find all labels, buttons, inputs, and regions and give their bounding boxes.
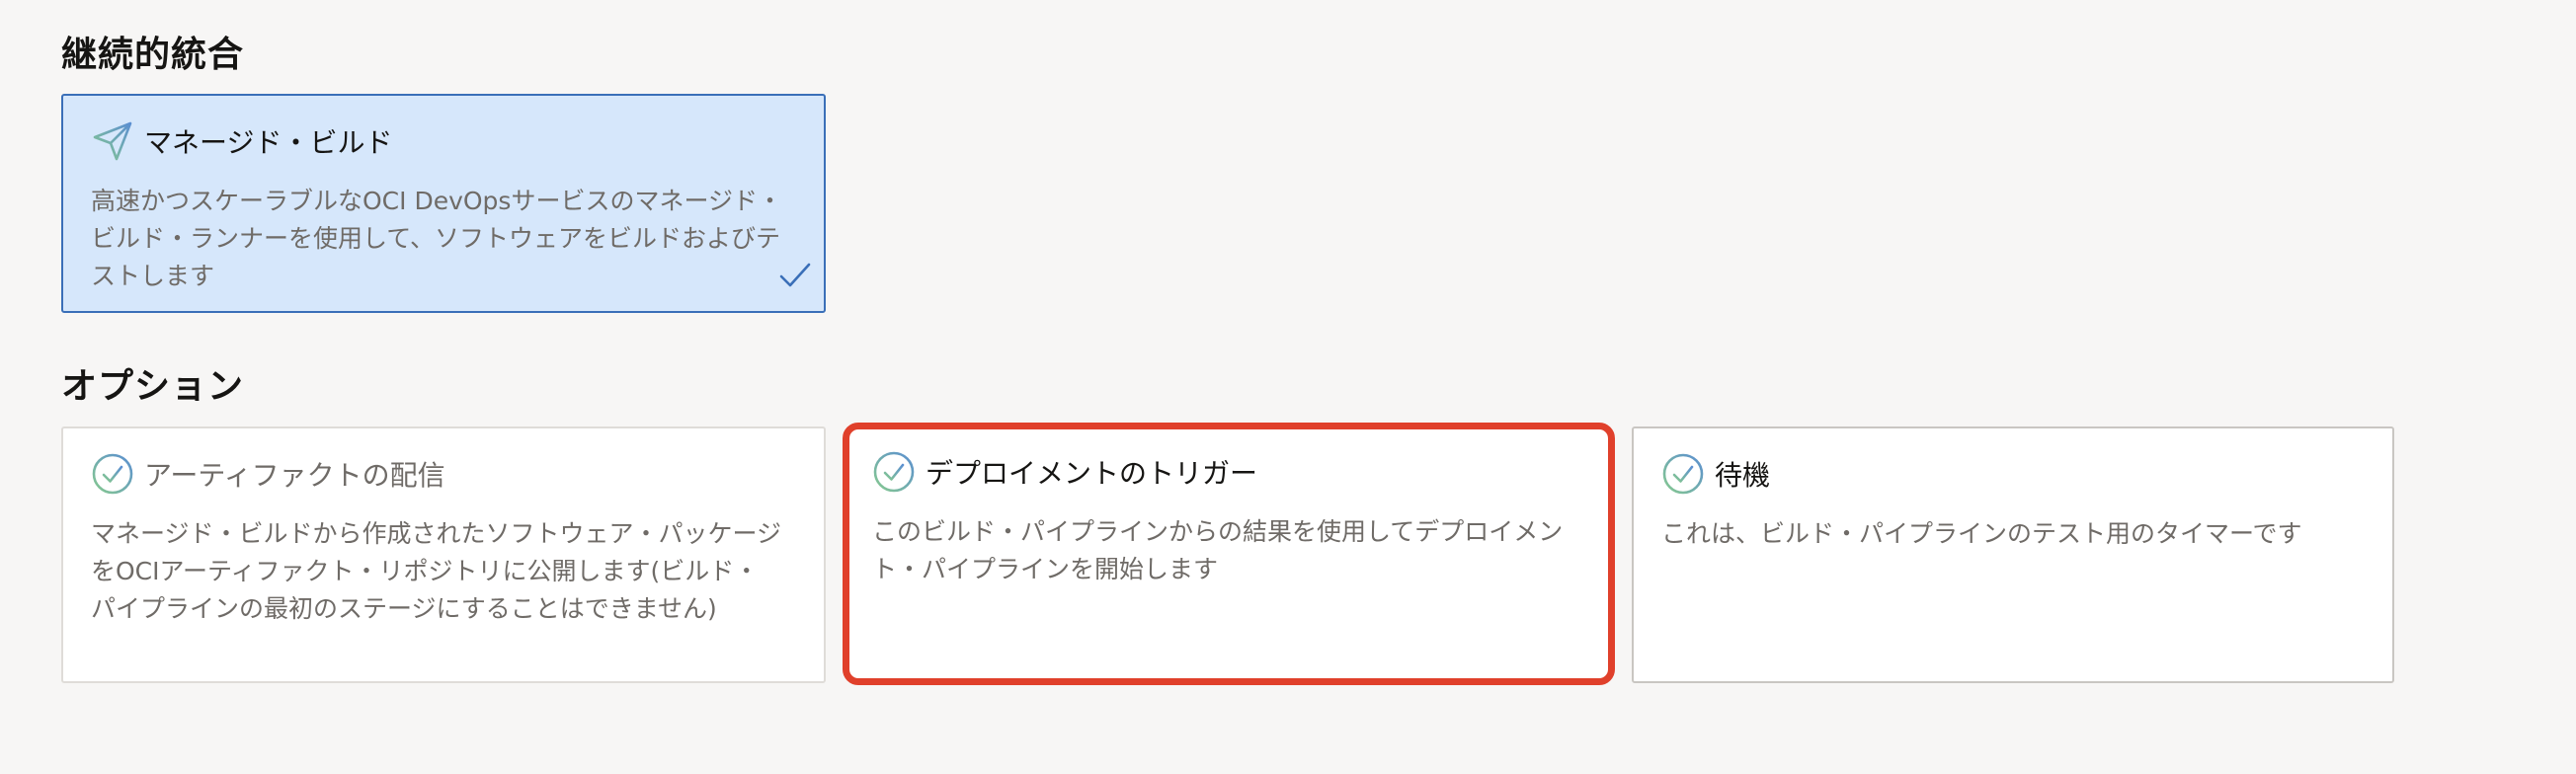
paper-plane-icon [91,119,134,163]
card-description: 高速かつスケーラブルなOCI DevOpsサービスのマネージド・ビルド・ランナー… [91,187,782,290]
card-header: 待機 [1661,452,1770,496]
card-header: マネージド・ビルド [91,119,392,163]
card-header: アーティファクトの配信 [91,452,445,496]
card-title: 待機 [1715,459,1771,492]
selected-check-icon [778,262,812,289]
card-header: デプロイメントのトリガー [872,450,1257,494]
card-title: アーティファクトの配信 [144,459,445,492]
check-circle-icon [1661,452,1705,496]
card-description: これは、ビルド・パイプラインのテスト用のタイマーです [1661,519,2302,548]
managed-build-card[interactable]: マネージド・ビルド 高速かつスケーラブルなOCI DevOpsサービスのマネージ… [61,94,826,313]
card-description: マネージド・ビルドから作成されたソフトウェア・パッケージをOCIアーティファクト… [91,519,782,623]
card-title: デプロイメントのトリガー [926,457,1258,490]
section-title-options: オプション [61,366,245,407]
section-title-continuous-integration: 継続的統合 [61,35,245,75]
wait-card[interactable]: 待機 これは、ビルド・パイプラインのテスト用のタイマーです [1632,426,2394,683]
artifact-delivery-card[interactable]: アーティファクトの配信 マネージド・ビルドから作成されたソフトウェア・パッケージ… [61,426,826,683]
deployment-trigger-card[interactable]: デプロイメントのトリガー このビルド・パイプラインからの結果を使用してデプロイメ… [843,423,1615,685]
card-title: マネージド・ビルド [144,126,393,159]
check-circle-icon [872,450,916,494]
card-description: このビルド・パイプラインからの結果を使用してデプロイメント・パイプラインを開始し… [872,517,1564,583]
check-circle-icon [91,452,134,496]
